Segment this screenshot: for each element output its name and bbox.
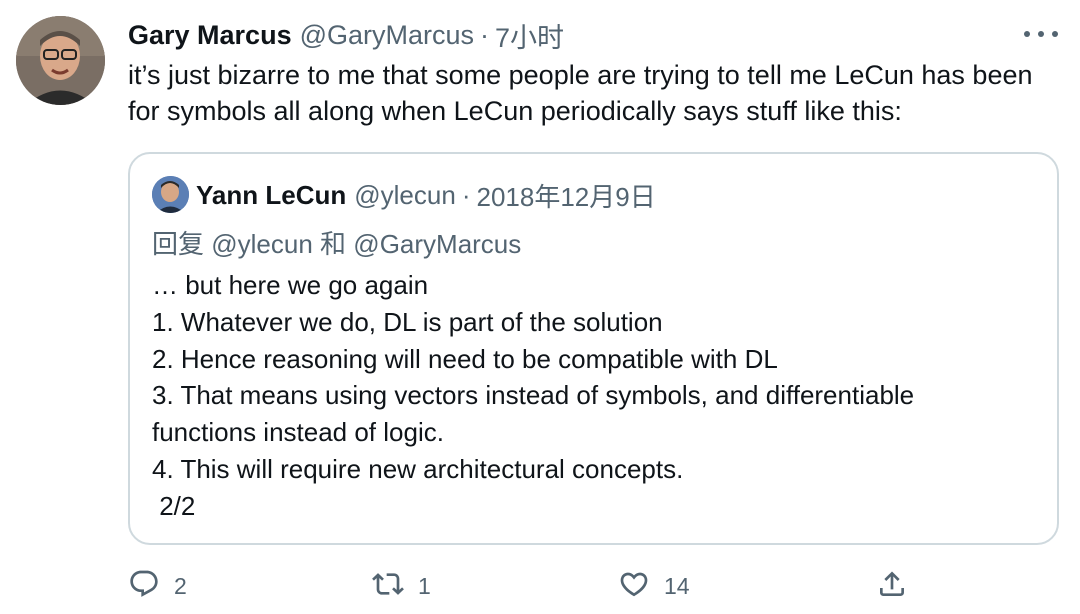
- more-horizontal-icon[interactable]: [1024, 24, 1058, 44]
- quoted-line: 2/2: [152, 490, 196, 521]
- like-count: 14: [664, 572, 690, 599]
- mention-link[interactable]: @GaryMarcus: [353, 229, 521, 259]
- quoted-line: 4. This will require new architectural c…: [152, 453, 684, 484]
- reply-conjunction: 和: [320, 229, 347, 259]
- mention-link[interactable]: @ylecun: [211, 229, 313, 259]
- share-button[interactable]: [876, 566, 908, 606]
- separator-dot: ·: [461, 179, 471, 210]
- quoted-author-name: Yann LeCun: [196, 179, 347, 210]
- separator-dot: ·: [480, 19, 490, 50]
- quoted-line: 2. Hence reasoning will need to be compa…: [152, 343, 778, 374]
- quoted-line: 1. Whatever we do, DL is part of the sol…: [152, 306, 663, 337]
- retweet-icon: [372, 568, 404, 605]
- avatar[interactable]: [16, 16, 105, 105]
- quoted-avatar[interactable]: [152, 176, 189, 213]
- quoted-line: 3. That means using vectors instead of s…: [152, 380, 915, 411]
- reply-button[interactable]: 2: [128, 566, 187, 606]
- retweet-button[interactable]: 1: [372, 566, 431, 606]
- tweet-text: it’s just bizarre to me that some people…: [128, 60, 1033, 126]
- quoted-header: Yann LeCun @ylecun · 2018年12月9日: [196, 178, 656, 212]
- reply-icon: [128, 568, 160, 605]
- quoted-date: 2018年12月9日: [476, 181, 656, 212]
- quoted-line: … but here we go again: [152, 270, 429, 300]
- quoted-text: … but here we go again 1. Whatever we do…: [152, 267, 1032, 525]
- heart-icon: [618, 568, 650, 605]
- action-bar: 2 1 14: [128, 566, 918, 606]
- replying-to: 回复 @ylecun 和 @GaryMarcus: [152, 224, 521, 261]
- quoted-tweet[interactable]: Yann LeCun @ylecun · 2018年12月9日 回复 @ylec…: [128, 152, 1059, 545]
- author-name[interactable]: Gary Marcus: [128, 20, 292, 51]
- reply-count: 2: [174, 572, 187, 599]
- share-icon: [876, 568, 908, 605]
- like-button[interactable]: 14: [618, 566, 690, 606]
- quoted-author-handle: @ylecun: [354, 179, 456, 210]
- tweet-time[interactable]: 7小时: [495, 16, 564, 55]
- author-handle[interactable]: @GaryMarcus: [300, 20, 474, 51]
- retweet-count: 1: [418, 572, 431, 599]
- tweet-header: Gary Marcus @GaryMarcus · 7小时: [128, 16, 1000, 55]
- reply-prefix: 回复: [152, 229, 205, 259]
- quoted-line: functions instead of logic.: [152, 417, 444, 448]
